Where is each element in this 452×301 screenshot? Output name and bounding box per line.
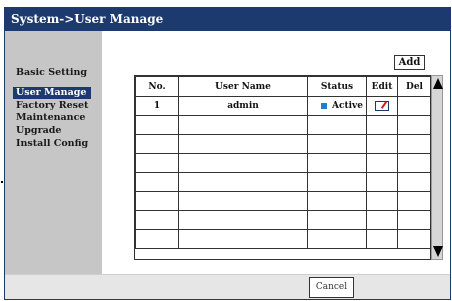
sidebar-item-upgrade[interactable]: Upgrade bbox=[13, 125, 93, 137]
cell-status: Active bbox=[307, 96, 367, 116]
table-header-row: No. User Name Status Edit Del bbox=[135, 76, 430, 97]
column-header-del: Del bbox=[397, 76, 430, 97]
table-row-empty bbox=[135, 153, 430, 173]
sidebar-item-factory-reset[interactable]: Factory Reset bbox=[13, 100, 93, 112]
table-scrollbar[interactable] bbox=[431, 75, 443, 260]
user-table-container: No. User Name Status Edit Del 1 admin Ac… bbox=[134, 75, 431, 260]
column-header-user-name: User Name bbox=[178, 76, 308, 97]
stray-dot bbox=[1, 181, 3, 183]
column-header-status: Status bbox=[307, 76, 367, 97]
footer-bar: Cancel bbox=[5, 274, 450, 299]
table-row[interactable]: 1 admin Active bbox=[135, 96, 430, 116]
cell-user-name: admin bbox=[178, 96, 308, 116]
table-row-empty bbox=[135, 191, 430, 211]
status-indicator-icon bbox=[321, 102, 327, 109]
table-row-empty bbox=[135, 172, 430, 192]
cell-no: 1 bbox=[135, 96, 179, 116]
cancel-button[interactable]: Cancel bbox=[309, 277, 354, 298]
sidebar-menu: Basic Setting User Manage Factory Reset … bbox=[13, 67, 93, 151]
table-row-empty bbox=[135, 134, 430, 154]
window-title: System->User Manage bbox=[5, 8, 450, 31]
table-row-empty bbox=[135, 210, 430, 230]
table-row-empty bbox=[135, 115, 430, 135]
table-row-empty bbox=[135, 229, 430, 249]
sidebar-item-install-config[interactable]: Install Config bbox=[13, 138, 93, 150]
user-table: No. User Name Status Edit Del 1 admin Ac… bbox=[135, 76, 430, 249]
status-text: Active bbox=[332, 101, 363, 111]
add-user-button[interactable]: Add bbox=[394, 55, 425, 70]
app-window: System->User Manage Basic Setting User M… bbox=[4, 7, 451, 300]
column-header-no: No. bbox=[135, 76, 179, 97]
cell-edit[interactable] bbox=[366, 96, 398, 116]
cell-del[interactable] bbox=[397, 96, 430, 116]
sidebar-item-basic-setting[interactable]: Basic Setting bbox=[13, 67, 93, 79]
scroll-down-arrow-icon[interactable] bbox=[433, 246, 443, 257]
sidebar: Basic Setting User Manage Factory Reset … bbox=[5, 31, 102, 283]
column-header-edit: Edit bbox=[366, 76, 398, 97]
sidebar-item-maintenance[interactable]: Maintenance bbox=[13, 112, 93, 124]
sidebar-item-user-manage[interactable]: User Manage bbox=[13, 86, 92, 99]
edit-icon[interactable] bbox=[375, 100, 389, 111]
scroll-up-arrow-icon[interactable] bbox=[433, 78, 443, 89]
